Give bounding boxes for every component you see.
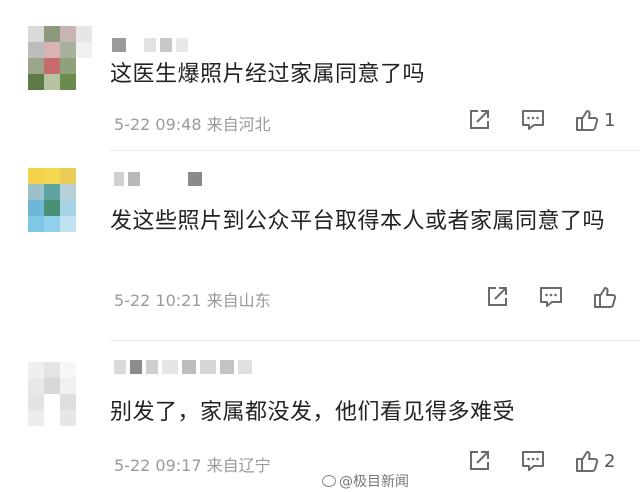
comment-actions: 1 <box>466 106 615 134</box>
like-count: 1 <box>604 109 616 131</box>
share-icon[interactable] <box>466 107 492 133</box>
avatar[interactable] <box>28 168 92 232</box>
share-icon[interactable] <box>484 284 510 310</box>
like-icon[interactable] <box>574 448 600 474</box>
comment-meta: 5-22 09:17 来自辽宁 <box>114 456 271 475</box>
share-icon[interactable] <box>466 448 492 474</box>
comment-icon[interactable] <box>520 448 546 474</box>
like-count: 2 <box>604 450 616 472</box>
username[interactable] <box>112 36 188 54</box>
avatar[interactable] <box>28 26 92 90</box>
comment-icon[interactable] <box>538 284 564 310</box>
comment-item: 这医生爆照片经过家属同意了吗 5-22 09:48 来自河北 1 <box>0 0 640 148</box>
comment-item: 发这些照片到公众平台取得本人或者家属同意了吗 5-22 10:21 来自山东 <box>0 150 640 338</box>
comment-actions: 2 <box>466 447 615 475</box>
weibo-logo-icon <box>322 475 336 487</box>
comment-meta: 5-22 09:48 来自河北 <box>114 115 271 134</box>
comment-text: 别发了，家属都没发，他们看见得多难受 <box>110 400 516 425</box>
avatar[interactable] <box>28 362 92 426</box>
username[interactable] <box>114 170 202 188</box>
like-icon[interactable] <box>574 107 600 133</box>
username[interactable] <box>114 358 252 376</box>
comment-text: 发这些照片到公众平台取得本人或者家属同意了吗 <box>110 209 606 234</box>
watermark-text: @极目新闻 <box>339 474 409 490</box>
comment-meta: 5-22 10:21 来自山东 <box>114 291 271 310</box>
comment-item: 别发了，家属都没发，他们看见得多难受 5-22 09:17 来自辽宁 2 <box>0 340 640 492</box>
comment-icon[interactable] <box>520 107 546 133</box>
watermark: @极目新闻 <box>322 471 409 491</box>
like-icon[interactable] <box>592 284 618 310</box>
comment-text: 这医生爆照片经过家属同意了吗 <box>110 62 426 87</box>
comment-actions <box>484 283 622 311</box>
